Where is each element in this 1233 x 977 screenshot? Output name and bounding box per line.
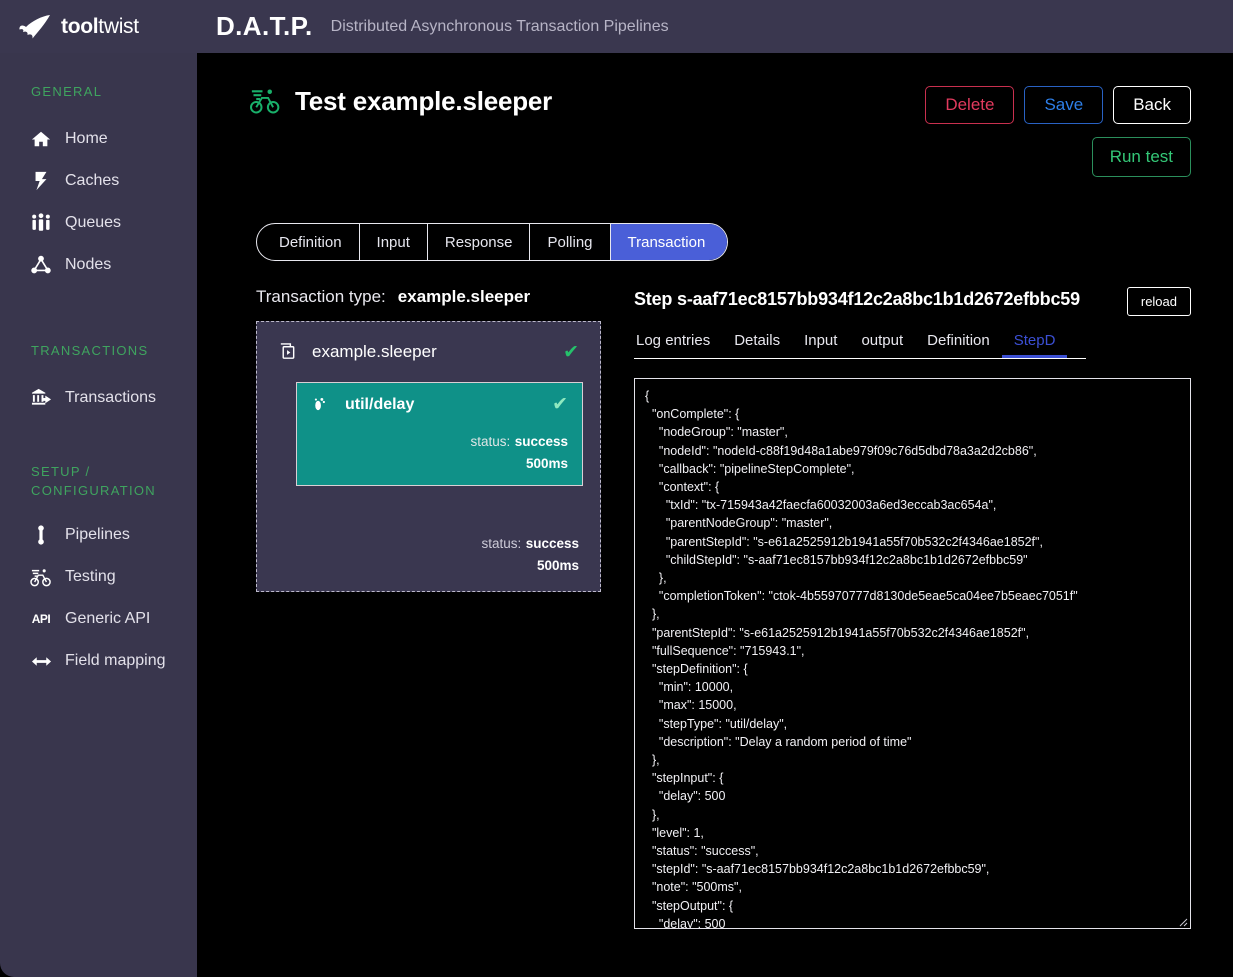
step-json-viewer[interactable]: { "onComplete": { "nodeGroup": "master",… (634, 378, 1191, 929)
sidebar-section-setup: SETUP / CONFIGURATION (31, 463, 156, 498)
bolt-icon (30, 170, 52, 192)
tab-response[interactable]: Response (428, 224, 531, 260)
page-title-row: Test example.sleeper (250, 86, 925, 117)
transaction-status-value: success (525, 536, 579, 552)
main-content: Test example.sleeper Delete Save Back Ru… (197, 53, 1233, 977)
subtab-log-entries[interactable]: Log entries (634, 330, 722, 358)
subtab-definition[interactable]: Definition (915, 330, 1002, 358)
sidebar-item-label: Transactions (65, 388, 156, 406)
step-detail-header: Step s-aaf71ec8157bb934f12c2a8bc1b1d2672… (634, 287, 1191, 316)
delete-button[interactable]: Delete (925, 86, 1015, 124)
sidebar-item-caches[interactable]: Caches (0, 160, 197, 202)
tab-input[interactable]: Input (360, 224, 428, 260)
check-icon: ✔ (563, 341, 579, 363)
sidebar-item-label: Pipelines (65, 526, 130, 544)
people-icon (30, 212, 52, 234)
bank-transfer-icon (30, 387, 52, 409)
sidebar-item-label: Nodes (65, 255, 112, 273)
primary-action-row: Delete Save Back (925, 86, 1191, 124)
step-detail-subtabs: Log entries Details Input output Definit… (634, 330, 1086, 359)
sidebar-item-label: Home (65, 129, 108, 147)
run-test-button[interactable]: Run test (1091, 137, 1191, 177)
sidebar: GENERAL Home Caches Queues Nodes TRANSAC… (0, 53, 197, 977)
pipeline-copy-icon (278, 342, 298, 362)
step-detail-column: Step s-aaf71ec8157bb934f12c2a8bc1b1d2672… (634, 287, 1191, 929)
tab-definition[interactable]: Definition (257, 224, 360, 260)
sidebar-item-nodes[interactable]: Nodes (0, 244, 197, 286)
top-bar: tooltwist D.A.T.P. Distributed Asynchron… (0, 0, 1233, 53)
sidebar-item-field-mapping[interactable]: Field mapping (0, 640, 197, 682)
back-button[interactable]: Back (1113, 86, 1191, 124)
check-icon: ✔ (552, 394, 568, 415)
transaction-column: Transaction type: example.sleeper exampl… (256, 287, 601, 929)
reload-button[interactable]: reload (1126, 287, 1191, 316)
subtab-output[interactable]: output (849, 330, 915, 358)
brand-logo[interactable]: tooltwist (0, 0, 197, 53)
sidebar-item-label: Generic API (65, 610, 151, 628)
sidebar-item-queues[interactable]: Queues (0, 202, 197, 244)
sidebar-item-label: Testing (65, 568, 116, 586)
main-tabbar: Definition Input Response Polling Transa… (256, 223, 729, 261)
tab-transaction[interactable]: Transaction (610, 224, 728, 260)
sidebar-item-home[interactable]: Home (0, 118, 197, 160)
sidebar-item-generic-api[interactable]: API Generic API (0, 598, 197, 640)
api-icon: API (31, 612, 51, 627)
tab-polling[interactable]: Polling (530, 224, 611, 260)
home-icon (30, 128, 52, 150)
step-detail-title: Step s-aaf71ec8157bb934f12c2a8bc1b1d2672… (634, 289, 1080, 309)
sidebar-item-label: Field mapping (65, 652, 166, 670)
transaction-step-card[interactable]: util/delay ✔ status: success 500ms (296, 382, 583, 487)
transaction-root-name: example.sleeper (312, 342, 437, 361)
step-duration: 500ms (525, 456, 568, 471)
step-card-meta: status: success 500ms (311, 430, 568, 474)
sidebar-item-label: Caches (65, 171, 120, 189)
page-header: Test example.sleeper Delete Save Back Ru… (197, 53, 1233, 177)
transaction-type-line: Transaction type: example.sleeper (256, 287, 601, 307)
brand-subtitle: Distributed Asynchronous Transaction Pip… (330, 17, 669, 35)
transaction-footer-meta: status: success 500ms (274, 532, 583, 576)
step-status-value: success (514, 434, 568, 449)
footstep-icon (311, 396, 329, 414)
transaction-duration: 500ms (536, 558, 579, 574)
cyclist-icon (30, 566, 52, 588)
subtab-stepd[interactable]: StepD (1002, 330, 1068, 358)
page-actions: Delete Save Back Run test (925, 86, 1191, 177)
brand-abbreviation: D.A.T.P. (216, 11, 313, 41)
subtab-details[interactable]: Details (722, 330, 792, 358)
page-title: Test example.sleeper (295, 86, 553, 116)
cyclist-icon (250, 87, 280, 117)
sidebar-item-label: Queues (65, 213, 122, 231)
step-card-name: util/delay (345, 395, 415, 413)
sidebar-item-testing[interactable]: Testing (0, 556, 197, 598)
sidebar-item-pipelines[interactable]: Pipelines (0, 514, 197, 556)
step-card-header: util/delay ✔ (311, 395, 568, 414)
subtab-input[interactable]: Input (792, 330, 849, 358)
sidebar-section-transactions: TRANSACTIONS (31, 342, 149, 358)
tooltwist-comet-icon (18, 14, 52, 40)
sidebar-section-general: GENERAL (31, 84, 103, 99)
transaction-type-label: Transaction type: (256, 287, 386, 306)
transaction-type-value: example.sleeper (397, 287, 531, 306)
content-columns: Transaction type: example.sleeper exampl… (197, 261, 1233, 929)
nodes-icon (30, 254, 52, 276)
arrows-horizontal-icon (30, 650, 52, 672)
brand-wordmark: tooltwist (61, 14, 139, 38)
transaction-status-label: status: (481, 536, 522, 552)
step-json-content: { "onComplete": { "nodeGroup": "master",… (645, 389, 1078, 929)
sidebar-item-transactions[interactable]: Transactions (0, 377, 197, 419)
transaction-root-row[interactable]: example.sleeper ✔ (274, 337, 583, 362)
pipeline-icon (30, 524, 52, 546)
step-status-label: status: (470, 434, 511, 449)
transaction-tree: example.sleeper ✔ util/delay ✔ status: s… (256, 321, 601, 592)
save-button[interactable]: Save (1024, 86, 1104, 124)
